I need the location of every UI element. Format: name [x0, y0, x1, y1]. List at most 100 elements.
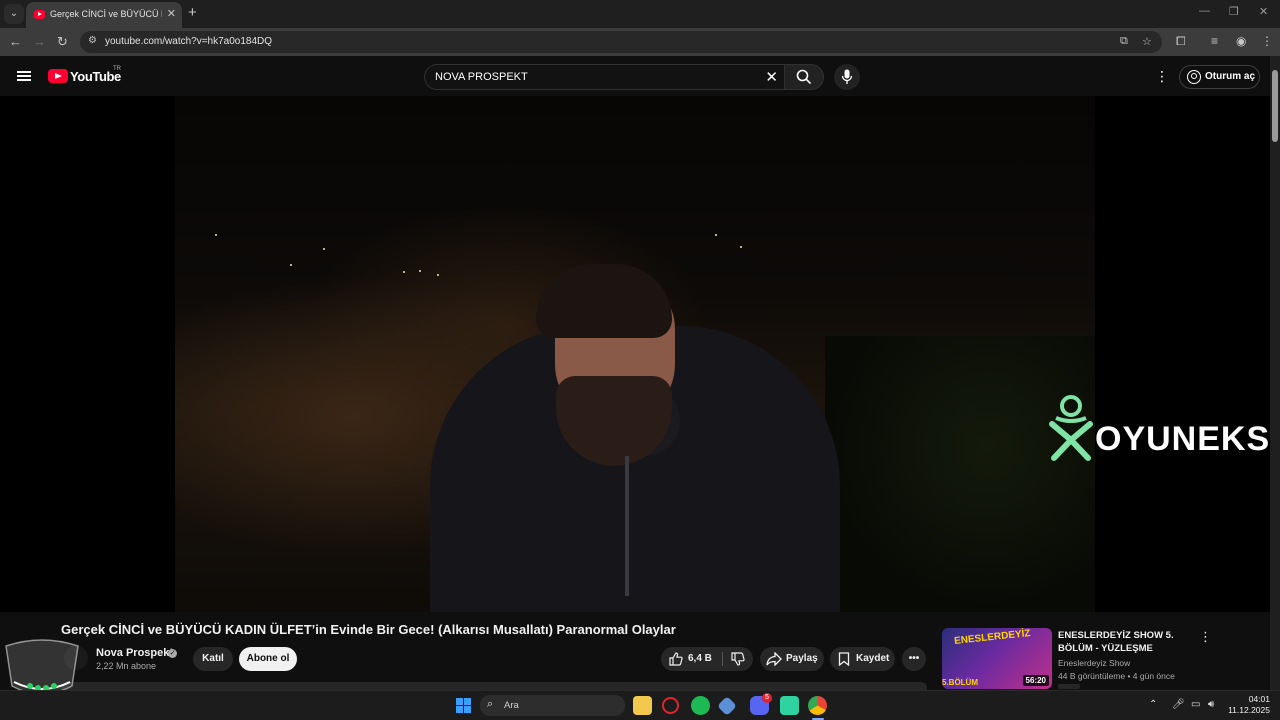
install-app-icon[interactable]: ⧉	[1120, 35, 1128, 48]
share-arrow-icon	[766, 652, 782, 666]
system-clock[interactable]: 04:01 11.12.2025	[1226, 694, 1270, 716]
youtube-masthead: YouTube TR NOVA PROSPEKT ✕ ⋮ Oturum aç	[0, 56, 1270, 96]
subscribe-button[interactable]: Abone ol	[239, 647, 297, 671]
youtube-favicon-icon	[34, 10, 45, 19]
maximize-icon[interactable]: ❐	[1229, 5, 1239, 18]
new-badge	[1058, 684, 1080, 689]
like-dislike-group: 6,4 B	[661, 647, 753, 671]
description-box[interactable]	[61, 682, 927, 690]
site-info-icon[interactable]: ⚙	[88, 35, 97, 46]
clear-search-icon[interactable]: ✕	[765, 68, 778, 86]
chrome-icon[interactable]	[808, 696, 827, 715]
discord-badge: 5	[762, 693, 772, 703]
recommended-more-icon[interactable]: ⋮	[1199, 629, 1212, 645]
browser-tab[interactable]: Gerçek CİNCİ ve BÜYÜCÜ KADIN ✕	[26, 2, 182, 28]
bookmark-icon	[838, 652, 850, 666]
join-button[interactable]: Katıl	[193, 647, 233, 671]
windows-taskbar: ⌕ Ara 5 ⌃ 🎤︎ ▭ 🔊︎ 04:01 11.12.2025	[0, 690, 1280, 720]
distant-light	[403, 271, 405, 273]
taskbar-search-label: Ara	[504, 700, 519, 711]
forward-icon[interactable]: →	[33, 34, 46, 49]
search-icon	[796, 69, 812, 85]
thumbs-up-icon	[669, 652, 683, 666]
file-explorer-icon[interactable]	[633, 696, 652, 715]
app-icon[interactable]	[780, 696, 799, 715]
like-button[interactable]: 6,4 B	[661, 647, 721, 671]
thumbs-down-icon	[731, 652, 745, 666]
recommended-thumbnail[interactable]: ENESLERDEYİZ 5.BÖLÜM 56:20	[942, 628, 1052, 689]
tray-microphone-icon[interactable]: 🎤︎	[1172, 699, 1185, 710]
distant-light	[290, 264, 292, 266]
game-launcher-icon[interactable]	[717, 696, 737, 716]
bookmark-star-icon[interactable]: ☆	[1142, 35, 1152, 48]
microphone-icon	[841, 69, 853, 84]
search-input[interactable]: NOVA PROSPEKT ✕	[424, 64, 784, 90]
new-tab-icon[interactable]: +	[188, 4, 197, 21]
more-actions-button[interactable]: •••	[902, 647, 926, 671]
verified-check-icon: ✓	[168, 649, 177, 658]
tray-overflow-icon[interactable]: ⌃	[1149, 699, 1157, 710]
save-label: Kaydet	[856, 653, 890, 664]
share-button[interactable]: Paylaş	[760, 647, 824, 671]
channel-name[interactable]: Nova Prospekt	[96, 647, 173, 659]
thumbnail-episode-text: 5.BÖLÜM	[942, 678, 978, 687]
like-count: 6,4 B	[688, 653, 712, 664]
minimize-icon[interactable]: —	[1199, 5, 1210, 17]
distant-light	[215, 234, 217, 236]
url-text[interactable]: youtube.com/watch?v=hk7a0o184DQ	[105, 36, 272, 47]
browser-menu-icon[interactable]: ⋮	[1261, 34, 1273, 48]
spotify-icon[interactable]	[691, 696, 710, 715]
network-icon[interactable]: ▭	[1191, 699, 1200, 710]
distant-light	[419, 270, 421, 272]
clock-date: 11.12.2025	[1228, 705, 1270, 715]
tab-close-icon[interactable]: ✕	[167, 7, 176, 20]
start-menu-icon[interactable]	[456, 698, 471, 713]
distant-light	[715, 234, 717, 236]
volume-icon[interactable]: 🔊︎	[1208, 699, 1214, 710]
address-bar[interactable]: ⚙ youtube.com/watch?v=hk7a0o184DQ ⧉ ☆	[80, 31, 1162, 53]
watermark-text: OYUNEKS	[1095, 420, 1270, 458]
hedge	[825, 336, 1095, 612]
clock-time: 04:01	[1248, 694, 1270, 704]
jacket-zipper	[625, 456, 629, 596]
taskbar-search-icon: ⌕	[487, 698, 494, 710]
back-icon[interactable]: ←	[9, 34, 22, 49]
recommended-channel[interactable]: Eneslerdeyiz Show	[1058, 658, 1130, 668]
guide-menu-icon[interactable]	[17, 71, 31, 81]
search-button[interactable]	[784, 64, 824, 90]
video-title: Gerçek CİNCİ ve BÜYÜCÜ KADIN ÜLFET’in Ev…	[61, 622, 676, 637]
thumbnail-title-text: ENESLERDEYİZ	[953, 628, 1032, 647]
window-close-icon[interactable]: ✕	[1259, 5, 1268, 18]
save-button[interactable]: Kaydet	[830, 647, 895, 671]
oyuneks-mascot-icon	[1049, 395, 1093, 461]
recommended-title[interactable]: ENESLERDEYİZ SHOW 5. BÖLÜM - YÜZLEŞME	[1058, 629, 1178, 655]
dislike-button[interactable]	[723, 647, 753, 671]
browser-tab-strip: ⌄ Gerçek CİNCİ ve BÜYÜCÜ KADIN ✕ + — ❐ ✕	[0, 0, 1280, 28]
browser-toolbar: ← → ↻ ⚙ youtube.com/watch?v=hk7a0o184DQ …	[0, 28, 1280, 56]
share-label: Paylaş	[786, 653, 818, 664]
sign-in-label: Oturum aç	[1205, 71, 1256, 82]
distant-light	[740, 246, 742, 248]
search-query[interactable]: NOVA PROSPEKT	[435, 71, 528, 83]
settings-more-icon[interactable]: ⋮	[1155, 68, 1169, 85]
oyuneks-watermark: OYUNEKS	[1048, 394, 1270, 466]
distant-light	[437, 274, 439, 276]
tab-title: Gerçek CİNCİ ve BÜYÜCÜ KADIN	[50, 9, 162, 19]
voice-search-button[interactable]	[834, 64, 860, 90]
youtube-logo-icon[interactable]	[48, 69, 68, 83]
reload-icon[interactable]: ↻	[57, 34, 68, 50]
media-control-icon[interactable]: ≡	[1211, 34, 1218, 48]
video-player[interactable]: OYUNEKS	[0, 96, 1270, 612]
extensions-icon[interactable]: ⧠	[1176, 34, 1186, 49]
scrollbar-thumb[interactable]	[1272, 70, 1278, 142]
sign-in-button[interactable]: Oturum aç	[1179, 65, 1260, 89]
region-code: TR	[113, 66, 121, 72]
subscriber-count: 2,22 Mn abone	[96, 661, 157, 671]
opera-icon[interactable]	[662, 697, 679, 714]
page-scrollbar[interactable]	[1270, 56, 1280, 690]
profile-icon[interactable]: ◉	[1236, 34, 1246, 48]
taskbar-search[interactable]: ⌕ Ara	[480, 695, 625, 716]
distant-light	[323, 248, 325, 250]
video-duration: 56:20	[1022, 675, 1049, 686]
tab-search-button[interactable]: ⌄	[4, 4, 24, 24]
